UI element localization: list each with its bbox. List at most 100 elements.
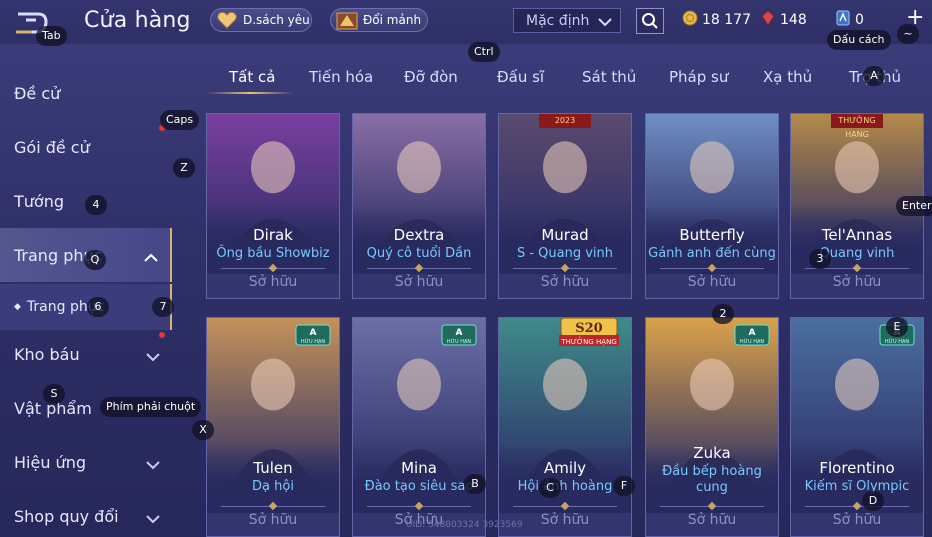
card-divider: [367, 506, 471, 507]
key-hint-right-click: Phím phải chuột: [100, 397, 202, 417]
hero-name: Tel'Annas: [821, 226, 893, 244]
skin-card[interactable]: AHỮU HẠNFlorentinoKiếm sĩ OlympicSở hữu: [790, 317, 924, 537]
chevron-down-icon: [598, 15, 612, 31]
key-hint-enter: Enter: [896, 196, 932, 216]
hero-name: Butterfly: [679, 226, 745, 244]
hero-name: Dirak: [253, 226, 293, 244]
sidebar-item-recommended-bundles[interactable]: Gói đề cử: [0, 120, 172, 174]
sidebar-item-recommended[interactable]: Đề cử: [0, 66, 172, 120]
ownership-status: Sở hữu: [832, 274, 882, 290]
key-hint-e: E: [886, 317, 908, 337]
skin-name: Ông bầu Showbiz: [216, 246, 330, 261]
skin-name: Đầu bếp hoàng cung: [662, 464, 762, 495]
ruby-icon: [760, 10, 776, 30]
card-divider: [513, 268, 617, 269]
gold-currency: 18 177: [682, 10, 751, 30]
ownership-status: Sở hữu: [832, 512, 882, 528]
ownership-status: Sở hữu: [687, 274, 737, 290]
skin-card[interactable]: A HỮU HẠN Zuka Đầu bếp hoàng cung Sở hữu: [645, 317, 779, 537]
skin-card[interactable]: A HỮU HẠN Mina Đào tạo siêu sao Sở hữu: [352, 317, 486, 537]
card-divider: [367, 268, 471, 269]
key-hint-d: D: [862, 491, 884, 511]
tier-a-limited-badge: AHỮU HẠN: [295, 324, 331, 346]
skin-card[interactable]: Butterfly Gánh anh đến cùng Sở hữu: [645, 113, 779, 299]
key-hint-3: 3: [809, 249, 831, 269]
sort-value: Mặc định: [526, 12, 590, 29]
favorites-label: D.sách yêu: [243, 13, 310, 27]
svg-text:A: A: [310, 328, 317, 338]
hero-name: Dextra: [393, 226, 445, 244]
tab-tank[interactable]: Đỡ đòn: [404, 68, 458, 86]
skin-name: Kiếm sĩ Olympic: [804, 479, 910, 494]
sidebar-item-effects[interactable]: Hiệu ứng: [0, 435, 172, 489]
skin-card[interactable]: Dirak Ông bầu Showbiz Sở hữu: [206, 113, 340, 299]
search-button[interactable]: [636, 8, 664, 34]
key-hint-b: B: [464, 474, 486, 494]
shard-exchange-button[interactable]: Đổi mảnh: [330, 8, 428, 32]
sidebar-item-label: Tướng: [14, 191, 64, 211]
key-hint-c: C: [539, 478, 561, 498]
favorites-button[interactable]: D.sách yêu: [210, 8, 312, 32]
tab-evolution[interactable]: Tiến hóa: [309, 68, 373, 86]
user-id: UID: 548803324 3923569: [406, 520, 523, 530]
sort-dropdown[interactable]: Mặc định: [513, 8, 621, 33]
voucher-amount: 0: [855, 12, 864, 28]
heart-icon: [215, 9, 239, 31]
svg-text:HỮU HẠN: HỮU HẠN: [447, 338, 471, 345]
key-hint-x: X: [192, 420, 214, 440]
active-tab-indicator: [206, 92, 294, 94]
key-hint-tilde: ~: [897, 24, 919, 44]
ownership-status: Sở hữu: [394, 274, 444, 290]
card-divider: [805, 506, 909, 507]
tab-mage[interactable]: Pháp sư: [669, 68, 728, 86]
season-rank-badge: S20 THƯỞNG HẠNG: [559, 318, 619, 348]
hero-name: Mina: [401, 459, 437, 477]
key-hint-tab: Tab: [36, 26, 67, 46]
card-divider: [513, 506, 617, 507]
tab-all[interactable]: Tất cả: [229, 68, 275, 86]
card-divider: [221, 268, 325, 269]
event-badge: THƯỞNG HẠNG: [831, 114, 883, 139]
key-hint-f: F: [613, 476, 635, 496]
skin-name: Quý cô tuổi Dần: [366, 246, 472, 261]
sidebar-subitem-skins[interactable]: ◆ Trang phục: [0, 284, 172, 330]
svg-text:A: A: [456, 328, 463, 338]
sidebar-item-treasure[interactable]: Kho báu: [0, 327, 172, 381]
sidebar-item-label: Kho báu: [14, 344, 80, 364]
ownership-status: Sở hữu: [687, 512, 737, 528]
page-title: Cửa hàng: [84, 8, 191, 33]
ownership-status: Sở hữu: [248, 274, 298, 290]
hero-name: Florentino: [819, 459, 895, 477]
tab-fighter[interactable]: Đấu sĩ: [497, 68, 544, 86]
hero-name: Zuka: [693, 444, 731, 462]
chevron-up-icon: [144, 248, 158, 267]
shard-exchange-label: Đổi mảnh: [363, 13, 422, 27]
key-hint-7: 7: [152, 297, 174, 317]
key-hint-q: Q: [84, 250, 106, 270]
card-divider: [221, 506, 325, 507]
chevron-down-icon: [146, 509, 160, 528]
sidebar-item-label: Shop quy đổi: [14, 506, 119, 526]
tab-marksman[interactable]: Xạ thủ: [763, 68, 812, 86]
sidebar-item-exchange-shop[interactable]: Shop quy đổi: [0, 489, 172, 537]
key-hint-space: Dấu cách: [827, 30, 891, 50]
ruby-currency: 148: [760, 10, 807, 30]
tier-a-limited-badge: AHỮU HẠN: [734, 324, 770, 346]
voucher-currency: 0: [835, 10, 864, 30]
skin-card[interactable]: A HỮU HẠN Tulen Dạ hội Sở hữu: [206, 317, 340, 537]
key-hint-4: 4: [85, 195, 107, 215]
skin-name: S - Quang vinh: [516, 246, 614, 261]
svg-text:THƯỞNG HẠNG: THƯỞNG HẠNG: [560, 336, 617, 346]
svg-text:HỮU HẠN: HỮU HẠN: [740, 338, 764, 345]
tab-assassin[interactable]: Sát thủ: [582, 68, 636, 86]
skin-card[interactable]: Dextra Quý cô tuổi Dần Sở hữu: [352, 113, 486, 299]
card-divider: [660, 506, 764, 507]
tier-a-limited-badge: AHỮU HẠN: [441, 324, 477, 346]
svg-text:HỮU HẠN: HỮU HẠN: [885, 338, 909, 345]
skin-name: Hội ảnh hoàng: [517, 479, 613, 494]
skin-card[interactable]: 2023 Murad S - Quang vinh Sở hữu: [498, 113, 632, 299]
key-hint-2: 2: [712, 304, 734, 324]
voucher-icon: [835, 10, 851, 30]
card-divider: [660, 268, 764, 269]
skin-card[interactable]: S20 THƯỞNG HẠNG Amily Hội ảnh hoàng Sở hữu: [498, 317, 632, 537]
